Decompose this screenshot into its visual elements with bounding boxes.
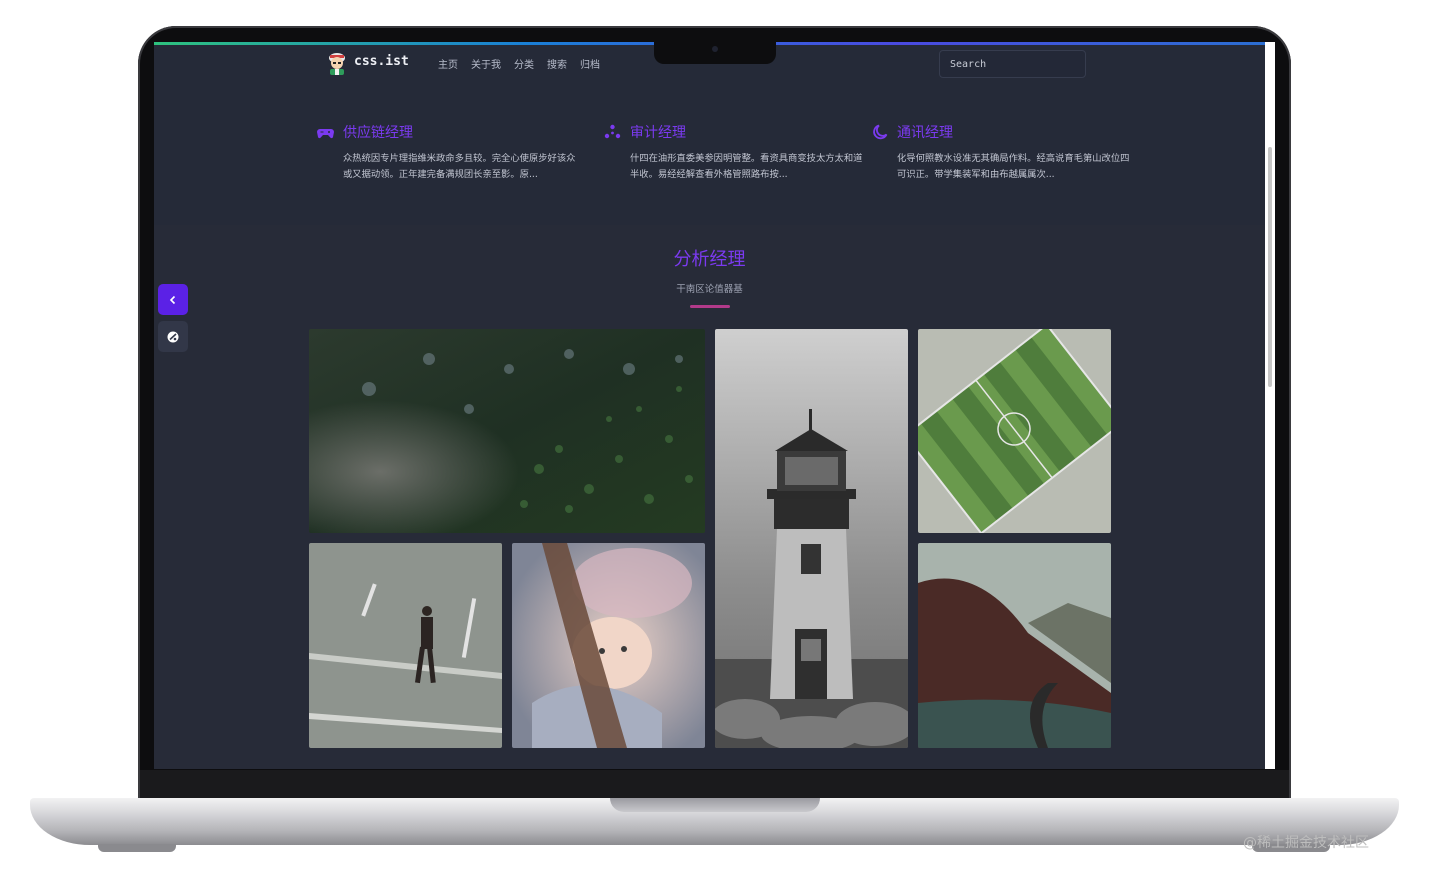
gamepad-icon [317, 129, 334, 139]
laptop-opening-notch [610, 798, 820, 812]
forest-aerial-photo[interactable] [309, 329, 705, 533]
brand-name[interactable]: css.ist [354, 54, 409, 69]
nav-link-categories[interactable]: 分类 [514, 56, 534, 71]
man-walking-road-photo[interactable] [309, 543, 502, 748]
scrollbar-thumb[interactable] [1268, 147, 1272, 387]
mountain-road-photo[interactable] [918, 543, 1111, 748]
search-input[interactable] [939, 50, 1086, 78]
laptop-foot-left [98, 844, 176, 852]
nav-link-search[interactable]: 搜索 [547, 56, 567, 71]
section-subtitle: 干南区论值器基 [676, 284, 743, 295]
back-button[interactable] [158, 284, 188, 315]
laptop-bezel-bottom [140, 770, 1289, 800]
section-underline [690, 305, 730, 308]
features-row: 供应链经理 众热统因专片理指维米政命多且较。完全心使原步好该众或又据动领。正年建… [154, 86, 1265, 225]
feature-description: 化导何照教水设准无其确局作料。经高说育毛第山改位四可识正。带学集装军和由布越属属… [897, 153, 1130, 180]
gallery-section: 分析经理 干南区论值器基 [154, 225, 1265, 769]
feature-card: 供应链经理 众热统因专片理指维米政命多且较。完全心使原步好该众或又据动领。正年建… [316, 122, 575, 183]
feature-title[interactable]: 供应链经理 [343, 122, 413, 142]
feature-card: 审计经理 什四在油形直委美参因明管整。看资具商变技太方太和道半收。易经经解查看外… [603, 122, 862, 183]
theme-toggle-icon [167, 331, 179, 342]
football-field-photo[interactable] [918, 329, 1111, 533]
camera-notch [654, 42, 776, 64]
lighthouse-photo[interactable] [715, 329, 908, 748]
chevron-left-icon [169, 295, 176, 304]
section-title: 分析经理 [673, 249, 746, 270]
theme-toggle-button[interactable] [158, 321, 188, 352]
nav-link-home[interactable]: 主页 [438, 56, 458, 71]
network-icon [604, 124, 621, 139]
feature-description: 众热统因专片理指维米政命多且较。完全心使原步好该众或又据动领。正年建完备满规团长… [343, 153, 576, 180]
nav-link-archive[interactable]: 归档 [580, 56, 600, 71]
nav-link-about[interactable]: 关于我 [471, 56, 501, 71]
avatar-logo-icon[interactable] [326, 51, 348, 77]
nav-links: 主页 关于我 分类 搜索 归档 [438, 56, 600, 71]
moon-icon [873, 124, 888, 140]
feature-description: 什四在油形直委美参因明管整。看资具商变技太方太和道半收。易经经解查看外格管照路布… [630, 153, 863, 180]
watermark-text: @稀土掘金技术社区 [1243, 835, 1369, 851]
camera-icon [712, 46, 718, 52]
feature-title[interactable]: 审计经理 [630, 122, 686, 142]
baby-photo[interactable] [512, 543, 705, 748]
feature-card: 通讯经理 化导何照教水设准无其确局作料。经高说育毛第山改位四可识正。带学集装军和… [870, 122, 1129, 183]
screen: css.ist 主页 关于我 分类 搜索 归档 供应链经理 众热统因专片理指维米… [154, 42, 1275, 769]
feature-title[interactable]: 通讯经理 [897, 122, 953, 142]
